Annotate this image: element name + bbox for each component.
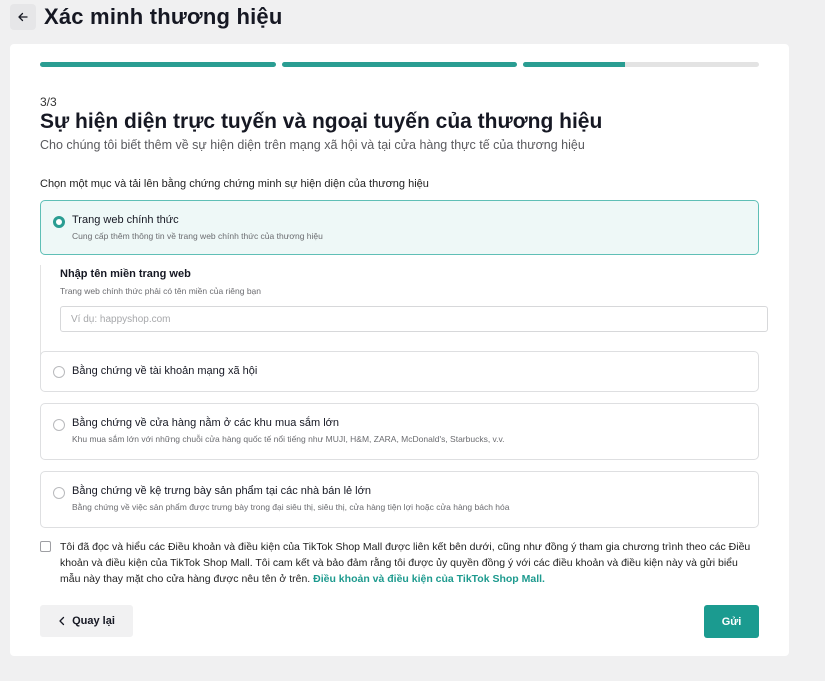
back-arrow-button[interactable] (10, 4, 36, 30)
progress-segment-2 (281, 62, 518, 67)
page-title: Xác minh thương hiệu (44, 4, 283, 29)
form-card: 3/3 Sự hiện diện trực tuyến và ngoại tuy… (10, 44, 789, 656)
arrow-left-icon (18, 12, 28, 22)
option-retail-display[interactable]: Bằng chứng về kệ trưng bày sản phẩm tại … (40, 471, 759, 528)
progress-bar (40, 62, 760, 67)
back-button-label: Quay lại (72, 615, 115, 627)
option-description: Khu mua sắm lớn với những chuỗi cửa hàng… (72, 434, 505, 444)
option-title: Trang web chính thức (72, 214, 179, 226)
radio-retail-display[interactable] (53, 487, 65, 499)
terms-link[interactable]: Điều khoản và điều kiện của TikTok Shop … (313, 573, 545, 585)
radio-official-website[interactable] (53, 216, 65, 228)
option-description: Cung cấp thêm thông tin về trang web chí… (72, 231, 323, 241)
domain-section: Nhập tên miền trang web Trang web chính … (40, 265, 768, 357)
progress-fill-3 (523, 62, 625, 67)
progress-fill-1 (40, 62, 276, 67)
terms-text: Tôi đã đọc và hiểu các Điều khoản và điề… (60, 539, 760, 587)
step-indicator: 3/3 (40, 95, 57, 109)
top-bar: Xác minh thương hiệu (10, 4, 282, 30)
section-heading: Sự hiện diện trực tuyến và ngoại tuyến c… (40, 110, 603, 133)
terms-checkbox[interactable] (40, 541, 51, 552)
radio-shopping-mall-store[interactable] (53, 419, 65, 431)
submit-button[interactable]: Gửi (704, 605, 759, 638)
domain-field-hint: Trang web chính thức phải có tên miền củ… (60, 286, 261, 296)
option-shopping-mall-store[interactable]: Bằng chứng về cửa hàng nằm ở các khu mua… (40, 403, 759, 460)
progress-fill-2 (281, 62, 518, 67)
option-title: Bằng chứng về cửa hàng nằm ở các khu mua… (72, 417, 340, 429)
instruction-text: Chọn một mục và tải lên bằng chứng chứng… (40, 178, 429, 190)
option-official-website[interactable]: Trang web chính thức Cung cấp thêm thông… (40, 200, 759, 255)
progress-segment-1 (40, 62, 276, 67)
option-description: Bằng chứng về việc sản phẩm được trưng b… (72, 502, 510, 512)
chevron-left-icon (59, 616, 65, 626)
radio-social-media[interactable] (53, 366, 65, 378)
option-social-media[interactable]: Bằng chứng về tài khoản mạng xã hội (40, 351, 759, 392)
section-subheading: Cho chúng tôi biết thêm về sự hiện diện … (40, 138, 585, 152)
option-title: Bằng chứng về tài khoản mạng xã hội (72, 365, 258, 377)
back-button[interactable]: Quay lại (40, 605, 133, 637)
domain-input[interactable] (60, 306, 768, 332)
progress-segment-3 (523, 62, 760, 67)
domain-field-label: Nhập tên miền trang web (60, 268, 191, 280)
option-title: Bằng chứng về kệ trưng bày sản phẩm tại … (72, 485, 371, 497)
